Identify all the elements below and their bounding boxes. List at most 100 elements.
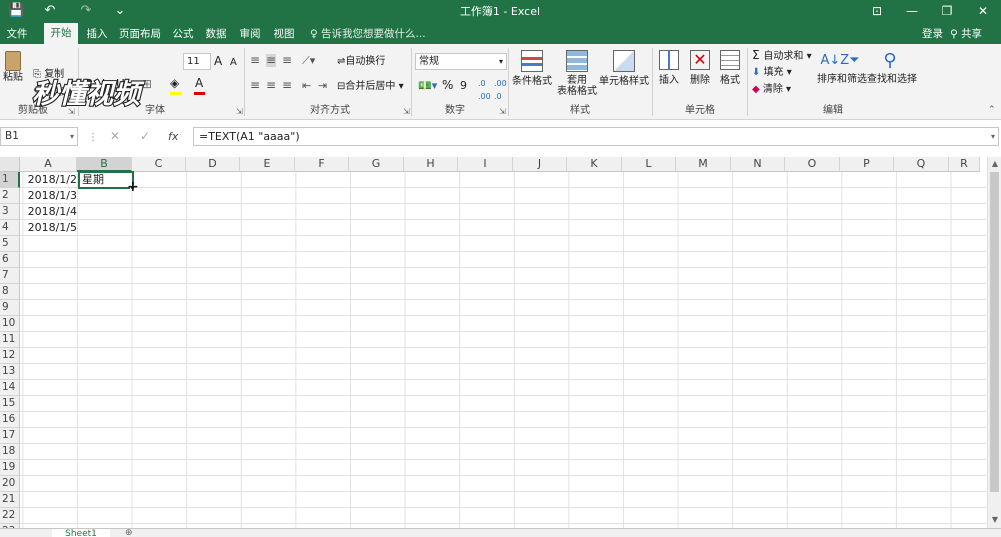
cancel-icon[interactable]: ✕ xyxy=(110,130,120,143)
decrease-decimal-icon[interactable]: .00.0 xyxy=(494,77,507,103)
align-bottom-icon[interactable]: ≡ xyxy=(282,54,292,67)
wrap-text-button[interactable]: ⇌自动换行 xyxy=(337,55,385,68)
row-header-17[interactable]: 17 xyxy=(0,428,20,444)
comma-button[interactable]: 9 xyxy=(460,79,467,92)
row-header-7[interactable]: 7 xyxy=(0,268,20,284)
row-header-18[interactable]: 18 xyxy=(0,444,20,460)
column-header-D[interactable]: D xyxy=(186,157,240,172)
cell-B1[interactable]: 星期 xyxy=(78,171,134,189)
insert-cells-button[interactable]: 插入 xyxy=(655,48,683,100)
dialog-launcher-icon[interactable]: ⇲ xyxy=(499,107,506,116)
tab-formulas[interactable]: 公式 xyxy=(170,25,196,44)
column-header-G[interactable]: G xyxy=(349,157,404,172)
row-header-14[interactable]: 14 xyxy=(0,380,20,396)
column-header-H[interactable]: H xyxy=(404,157,458,172)
redo-icon[interactable]: ↷ xyxy=(78,3,94,19)
paste-button[interactable]: 粘贴 xyxy=(2,48,24,98)
decrease-indent-icon[interactable]: ⇤ xyxy=(302,79,311,92)
minimize-icon[interactable]: — xyxy=(903,2,921,20)
format-cells-button[interactable]: 格式 xyxy=(716,48,744,100)
login-link[interactable]: 登录 xyxy=(922,25,943,43)
tab-view[interactable]: 视图 xyxy=(271,25,297,44)
percent-button[interactable]: % xyxy=(442,79,453,92)
cell-A1[interactable]: 2018/1/2 xyxy=(20,172,77,188)
delete-cells-button[interactable]: ✕ 删除 xyxy=(686,48,714,100)
expand-formula-icon[interactable]: ▾ xyxy=(991,128,995,145)
column-header-C[interactable]: C xyxy=(132,157,186,172)
number-format-select[interactable]: 常规 ▾ xyxy=(415,53,507,70)
cell-area[interactable]: 2018/1/2 2018/1/3 2018/1/4 2018/1/5 星期 + xyxy=(20,171,986,537)
cell-A4[interactable]: 2018/1/5 xyxy=(20,220,77,236)
column-header-J[interactable]: J xyxy=(513,157,567,172)
vertical-scrollbar[interactable]: ▲ ▼ xyxy=(987,157,1001,529)
column-header-A[interactable]: A xyxy=(20,157,77,172)
tab-review[interactable]: 审阅 xyxy=(237,25,263,44)
cell-styles-button[interactable]: 单元格样式 xyxy=(598,48,650,100)
align-top-icon[interactable]: ≡ xyxy=(250,54,260,67)
column-header-L[interactable]: L xyxy=(622,157,676,172)
undo-icon[interactable]: ↶ xyxy=(42,3,58,19)
tell-me-search[interactable]: ♀ 告诉我您想要做什么... xyxy=(310,25,426,43)
row-header-5[interactable]: 5 xyxy=(0,236,20,252)
increase-indent-icon[interactable]: ⇥ xyxy=(318,79,327,92)
font-size-select[interactable]: 11 xyxy=(183,53,211,70)
autosum-button[interactable]: Σ 自动求和 ▾ xyxy=(752,49,812,63)
restore-icon[interactable]: ❐ xyxy=(938,2,956,20)
row-header-11[interactable]: 11 xyxy=(0,332,20,348)
ribbon-display-icon[interactable]: ⊡ xyxy=(868,2,886,20)
scroll-down-icon[interactable]: ▼ xyxy=(989,514,1001,526)
select-all-corner[interactable] xyxy=(0,157,20,172)
row-header-9[interactable]: 9 xyxy=(0,300,20,316)
column-header-M[interactable]: M xyxy=(676,157,731,172)
insert-function-icon[interactable]: fx xyxy=(168,130,178,143)
tab-home[interactable]: 开始 xyxy=(44,23,78,44)
dialog-launcher-icon[interactable]: ⇲ xyxy=(403,107,410,116)
save-icon[interactable]: 💾 xyxy=(8,3,24,19)
row-header-6[interactable]: 6 xyxy=(0,252,20,268)
tab-insert[interactable]: 插入 xyxy=(84,25,110,44)
sheet-tab[interactable]: Sheet1 xyxy=(52,529,110,537)
column-header-K[interactable]: K xyxy=(567,157,622,172)
dialog-launcher-icon[interactable]: ⇲ xyxy=(236,107,243,116)
column-header-B[interactable]: B xyxy=(77,157,132,172)
column-header-N[interactable]: N xyxy=(731,157,785,172)
row-header-3[interactable]: 3 xyxy=(0,204,20,220)
row-header-8[interactable]: 8 xyxy=(0,284,20,300)
tab-page-layout[interactable]: 页面布局 xyxy=(116,25,164,44)
column-header-R[interactable]: R xyxy=(949,157,980,172)
column-header-F[interactable]: F xyxy=(295,157,349,172)
grow-font-button[interactable]: A xyxy=(214,55,222,68)
formula-input[interactable]: =TEXT(A1 "aaaa") ▾ xyxy=(193,127,999,146)
align-middle-icon[interactable]: ≡ xyxy=(266,54,277,67)
merge-center-button[interactable]: ⊟合并后居中 ▾ xyxy=(337,80,404,93)
row-header-22[interactable]: 22 xyxy=(0,508,20,524)
row-header-10[interactable]: 10 xyxy=(0,316,20,332)
sort-filter-button[interactable]: A↓Z⏷ 排序和筛选 xyxy=(816,48,867,100)
row-header-21[interactable]: 21 xyxy=(0,492,20,508)
cell-A3[interactable]: 2018/1/4 xyxy=(20,204,77,220)
row-header-12[interactable]: 12 xyxy=(0,348,20,364)
share-button[interactable]: ⚲ 共享 xyxy=(950,25,982,43)
font-color-icon[interactable]: A xyxy=(195,77,203,90)
add-sheet-icon[interactable]: ⊕ xyxy=(125,527,133,537)
align-left-icon[interactable]: ≡ xyxy=(250,79,260,92)
name-box[interactable]: B1 ▾ xyxy=(0,127,78,146)
increase-decimal-icon[interactable]: .0.00 xyxy=(478,77,491,103)
row-header-13[interactable]: 13 xyxy=(0,364,20,380)
fill-button[interactable]: ⬇ 填充 ▾ xyxy=(752,66,792,79)
collapse-ribbon-icon[interactable]: ⌃ xyxy=(988,104,996,117)
close-icon[interactable]: ✕ xyxy=(974,2,992,20)
find-select-button[interactable]: ⚲ 查找和选择 xyxy=(866,48,917,100)
align-center-icon[interactable]: ≡ xyxy=(266,79,276,92)
row-header-19[interactable]: 19 xyxy=(0,460,20,476)
tab-file[interactable]: 文件 xyxy=(4,25,30,44)
column-header-I[interactable]: I xyxy=(458,157,513,172)
row-header-4[interactable]: 4 xyxy=(0,220,20,236)
clear-button[interactable]: ◆ 清除 ▾ xyxy=(752,83,791,96)
column-header-E[interactable]: E xyxy=(240,157,295,172)
conditional-formatting-button[interactable]: 条件格式 xyxy=(510,48,554,100)
column-header-P[interactable]: P xyxy=(840,157,894,172)
enter-icon[interactable]: ✓ xyxy=(140,130,150,143)
orientation-icon[interactable]: ⟋▾ xyxy=(302,54,315,67)
cell-A2[interactable]: 2018/1/3 xyxy=(20,188,77,204)
